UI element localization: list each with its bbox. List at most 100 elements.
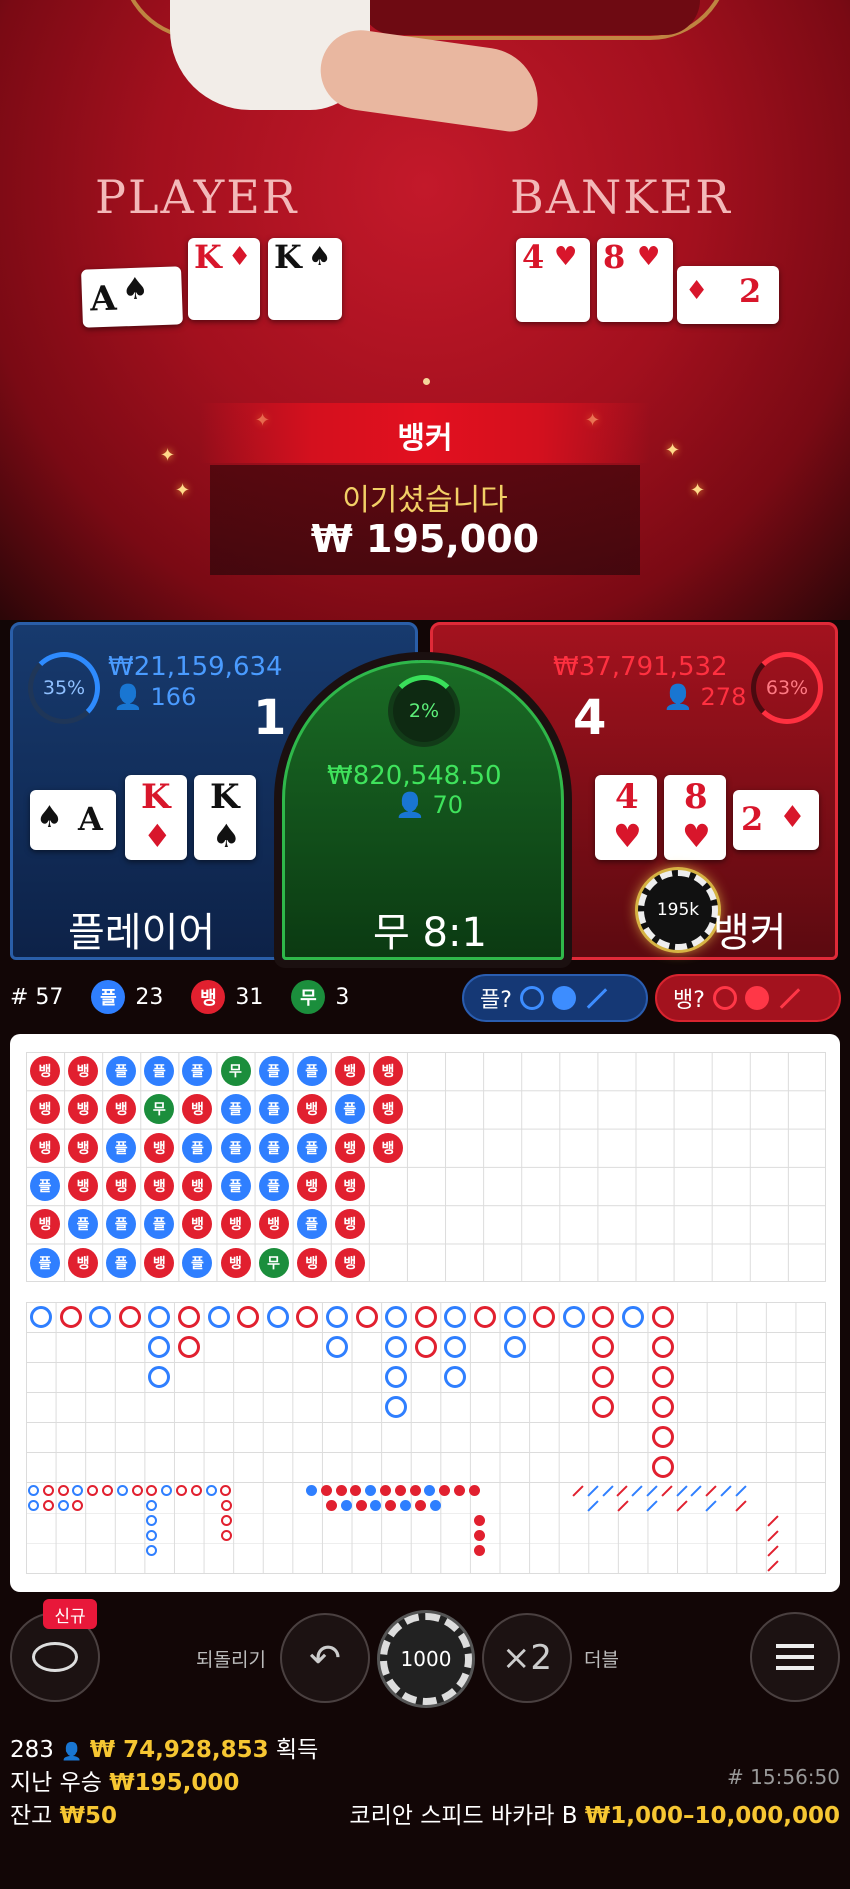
small-road-mark <box>409 1485 421 1496</box>
cockroach-road-mark <box>646 1500 658 1512</box>
ask-player-button[interactable]: 플? <box>462 974 648 1022</box>
small-road-mark <box>355 1500 367 1511</box>
big-eye-road-mark <box>42 1500 54 1511</box>
bead-road-item: 플 <box>296 1132 327 1163</box>
table-banker-card-1: 4 ♥ <box>516 238 590 322</box>
banker-percentage: 63% <box>751 652 823 724</box>
cockroach-road-mark <box>690 1485 703 1497</box>
solid-circle-icon <box>744 986 769 1010</box>
winners-suffix: 획득 <box>275 1737 319 1763</box>
slash-icon <box>779 987 801 1009</box>
big-road-mark <box>651 1336 674 1358</box>
banker-score: 4 <box>573 690 607 746</box>
tie-percentage: 2% <box>388 675 460 747</box>
bead-road-item: 뱅 <box>334 1132 365 1163</box>
small-road-mark <box>326 1500 337 1511</box>
big-road-mark <box>266 1306 289 1328</box>
table-limits: ₩1,000–10,000,000 <box>584 1803 840 1829</box>
card-rank: A <box>78 800 103 838</box>
big-road-mark <box>474 1306 496 1328</box>
big-road-mark <box>444 1336 467 1358</box>
bead-road-item: 뱅 <box>182 1209 213 1240</box>
bead-road-item: 플 <box>220 1094 251 1125</box>
bead-road-item: 무 <box>258 1247 289 1278</box>
dealer-body <box>360 0 700 35</box>
table-player-label: PLAYER <box>95 170 299 224</box>
player-bettors-count: 166 <box>150 683 197 711</box>
big-eye-road-mark <box>190 1485 202 1496</box>
table-player-card-2: K ♦ <box>188 238 260 320</box>
big-eye-road-mark <box>146 1500 157 1511</box>
double-button[interactable]: ×2 <box>482 1613 572 1703</box>
live-video-table: PLAYER BANKER A ♠ K ♦ K ♠ 4 ♥ 8 ♥ 2 ♦ ✦ <box>0 0 850 620</box>
page-dot <box>423 378 430 385</box>
user-icon: 👤 <box>113 683 143 711</box>
big-road-mark <box>148 1366 171 1388</box>
big-road-mark <box>355 1306 378 1328</box>
bead-road-item: 뱅 <box>30 1132 60 1163</box>
big-eye-road-mark <box>221 1500 232 1511</box>
cockroach-road-mark <box>720 1485 732 1497</box>
small-road-mark <box>454 1485 465 1496</box>
cockroach-road-mark <box>676 1500 688 1512</box>
big-eye-road-mark <box>28 1485 39 1496</box>
bead-road-item: 뱅 <box>106 1094 137 1125</box>
chip-selector[interactable]: 1000 <box>380 1613 472 1705</box>
big-road-mark <box>414 1306 437 1328</box>
ask-banker-button[interactable]: 뱅? <box>655 974 841 1022</box>
bead-road-item: 뱅 <box>68 1247 99 1278</box>
scoreboard[interactable]: 뱅뱅뱅플뱅플뱅뱅뱅뱅플뱅플뱅플뱅플플플무뱅뱅플뱅플뱅플뱅뱅플무플플플뱅뱅플플플플… <box>10 1034 840 1592</box>
heart-icon: ♥ <box>613 817 642 855</box>
bead-road-item: 뱅 <box>334 1056 365 1086</box>
banker-bettors: 👤 278 <box>663 683 746 711</box>
bead-road-item: 뱅 <box>372 1094 403 1125</box>
menu-button[interactable] <box>750 1612 840 1702</box>
bead-road-item: 뱅 <box>372 1132 403 1163</box>
big-road-mark <box>592 1306 615 1328</box>
card-rank: 8 <box>684 777 708 817</box>
player-count: 23 <box>135 984 164 1010</box>
big-eye-road-mark <box>57 1500 69 1511</box>
bead-road-item: 뱅 <box>68 1132 99 1163</box>
sparkle-icon: ✦ <box>160 445 176 466</box>
small-road-mark <box>474 1545 485 1556</box>
user-icon: 👤 <box>395 791 425 819</box>
solid-circle-icon <box>551 986 576 1010</box>
hamburger-icon <box>776 1644 814 1670</box>
chat-bubble-icon <box>32 1642 78 1672</box>
small-road-mark <box>385 1500 397 1511</box>
small-road-mark <box>335 1485 347 1496</box>
big-eye-road-mark <box>205 1485 217 1496</box>
heart-icon: ♥ <box>682 817 711 855</box>
big-road-mark <box>178 1306 200 1328</box>
table-info: 코리안 스피드 바카라 B ₩1,000–10,000,000 <box>349 1796 840 1830</box>
spade-icon: ♠ <box>308 242 332 272</box>
derived-roads <box>26 1482 826 1574</box>
cockroach-road-mark <box>572 1485 584 1497</box>
small-road-mark <box>439 1485 451 1496</box>
table-player-card-1: A ♠ <box>81 266 183 328</box>
cockroach-road-mark <box>767 1530 779 1542</box>
diamond-icon: ♦ <box>685 276 709 306</box>
small-road-mark <box>320 1485 332 1496</box>
sparkle-icon: ✦ <box>175 480 191 501</box>
bead-road-item: 플 <box>258 1094 289 1125</box>
win-amount: ₩ 195,000 <box>310 517 540 561</box>
bead-road-item: 플 <box>182 1247 213 1278</box>
big-road-mark <box>385 1366 408 1388</box>
hollow-circle-icon <box>519 986 544 1010</box>
cockroach-road-mark <box>646 1485 658 1497</box>
bet-spot-tie[interactable]: 2% ₩820,548.50 👤 70 무 8:1 <box>282 660 564 960</box>
big-road <box>26 1302 826 1482</box>
big-road-mark <box>59 1306 82 1328</box>
card-rank: A <box>89 278 118 320</box>
big-eye-road-mark <box>146 1515 157 1526</box>
big-road-mark <box>237 1306 260 1328</box>
diamond-icon: ♦ <box>143 817 172 855</box>
big-road-mark <box>651 1366 674 1388</box>
card-rank: 2 <box>739 272 762 310</box>
small-road-mark <box>306 1485 317 1496</box>
undo-button[interactable]: ↶ <box>280 1613 370 1703</box>
bead-road-item: 뱅 <box>30 1056 60 1086</box>
last-win-row: 지난 우승 ₩195,000 <box>10 1763 239 1797</box>
